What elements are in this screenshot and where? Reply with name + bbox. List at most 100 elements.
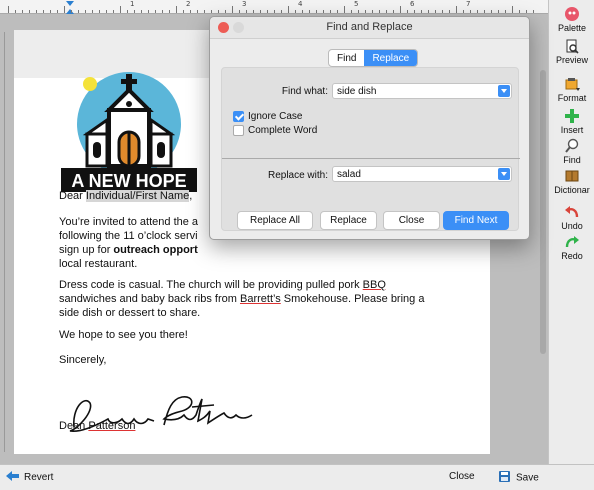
ruler-tick [484,10,485,13]
find-label: Find [563,155,581,165]
merge-field-first-name[interactable]: Individual/First Name [85,190,190,202]
tab-replace[interactable]: Replace [364,50,418,66]
ruler-tick [78,10,79,13]
ruler-tick [407,10,408,13]
ruler-tick [15,10,16,13]
undo-label: Undo [561,221,583,231]
bold-text: outreach opport [113,244,198,256]
tab-find[interactable]: Find [329,50,364,66]
text-line: sandwiches and baby back ribs from Barre… [59,292,459,306]
replace-with-value: salad [337,169,361,180]
ruler-tick [64,6,65,13]
find-next-button[interactable]: Find Next [443,211,509,230]
ruler-tick [295,10,296,13]
ruler-tick [344,6,345,13]
ruler-tick [491,10,492,13]
ruler-tick [92,10,93,13]
find-button[interactable]: Find [549,138,594,165]
ruler-tick [449,10,450,13]
redo-label: Redo [561,251,583,261]
spellcheck-word: BBQ [362,279,386,291]
replace-all-button[interactable]: Replace All [237,211,313,230]
ruler-tick [288,6,289,13]
dialog-title: Find and Replace [326,21,413,33]
replace-with-field[interactable]: salad [332,166,512,182]
text-line: side dish or dessert to share. [59,307,201,319]
ruler-tick [274,10,275,13]
ruler-tick [400,6,401,13]
insert-label: Insert [560,125,584,135]
close-dialog-button[interactable]: Close [383,211,440,230]
dictionary-button[interactable]: Dictionar [549,168,594,195]
ruler-tick [155,10,156,13]
ruler-tick [463,10,464,13]
ruler-tick [71,10,72,13]
ruler-tick [379,10,380,13]
save-button[interactable]: Save [499,471,539,485]
ruler-tick [477,10,478,13]
ruler-number: 4 [298,0,303,8]
closing[interactable]: Sincerely, [59,353,459,367]
ruler-number: 2 [186,0,191,8]
ruler-tick [232,6,233,13]
book-icon [564,168,580,184]
palette-button[interactable]: Palette [549,6,594,33]
undo-icon [564,204,580,220]
ruler-tick [148,10,149,13]
ruler-tick [358,10,359,13]
undo-button[interactable]: Undo [549,204,594,231]
redo-button[interactable]: Redo [549,234,594,261]
horizontal-ruler[interactable]: 1 2 3 4 5 6 7 [0,0,548,14]
palette-icon [564,6,580,22]
text-span: sandwiches and baby back ribs from [59,293,240,305]
ignore-case-checkbox[interactable] [233,111,244,122]
dictionary-label: Dictionar [554,185,590,195]
ruler-tick [204,10,205,13]
bottom-bar: Revert Close Save [0,464,594,490]
indent-marker[interactable] [66,1,74,14]
preview-button[interactable]: Preview [549,38,594,65]
ruler-tick [225,10,226,13]
ruler-tick [526,10,527,13]
find-what-label: Find what: [281,86,328,97]
preview-label: Preview [555,55,588,65]
ruler-tick [120,6,121,13]
text-span: Smokehouse. Please bring a [280,293,425,305]
chevron-down-icon[interactable] [498,85,510,97]
ruler-tick [106,10,107,13]
ruler-tick [435,10,436,13]
format-label: Format [557,93,587,103]
chevron-down-icon[interactable] [498,168,510,180]
save-icon [499,471,510,485]
revert-button[interactable]: Revert [6,471,53,484]
replace-button[interactable]: Replace [320,211,377,230]
ruler-tick [190,10,191,13]
ruler-tick [50,10,51,13]
ruler-tick [330,10,331,13]
dialog-titlebar[interactable]: Find and Replace [210,17,529,39]
redo-icon [564,234,580,250]
vertical-scrollbar[interactable] [540,70,546,354]
complete-word-checkbox[interactable] [233,125,244,136]
ruler-number: 1 [130,0,135,8]
format-button[interactable]: Format [549,76,594,103]
text-line: local restaurant. [59,258,138,270]
revert-label: Revert [24,472,54,484]
ruler-tick [36,10,37,13]
signer-first-name: Dean [59,420,89,432]
divider [222,158,520,159]
ruler-tick [99,10,100,13]
signer-name[interactable]: Dean Patterson [59,419,459,433]
ruler-tick [218,10,219,13]
ruler-tick [351,10,352,13]
find-what-field[interactable]: side dish [332,83,512,99]
insert-button[interactable]: Insert [549,108,594,135]
ruler-tick [8,6,9,13]
paragraph-dress-code[interactable]: Dress code is casual. The church will be… [59,278,459,320]
close-document-button[interactable]: Close [449,471,475,482]
magnifier-icon [564,138,580,154]
ruler-number: 3 [242,0,247,8]
paragraph-closing-wish[interactable]: We hope to see you there! [59,328,459,342]
ruler-tick [365,10,366,13]
text-line: sign up for outreach opport [59,243,459,257]
